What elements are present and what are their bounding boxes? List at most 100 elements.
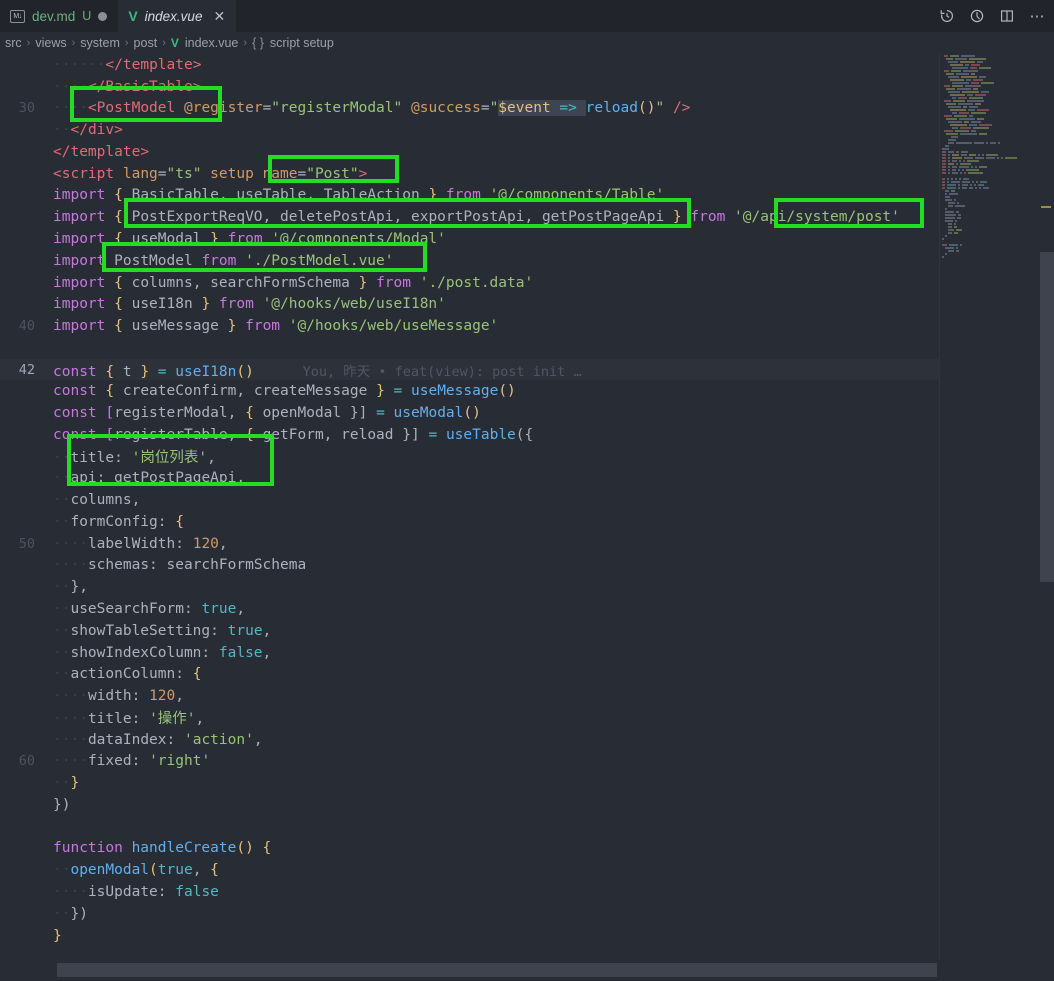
code-line-text: import { useI18n } from '@/hooks/web/use… [53,296,940,312]
code-line-text: import { PostExportReqVO, deletePostApi,… [53,209,940,225]
git-status-badge: U [82,9,91,23]
code-line[interactable]: ······</template> [0,54,940,76]
tab-dev-md[interactable]: M↓ dev.md U [0,0,118,32]
code-line-text: }) [53,797,940,813]
markdown-icon: M↓ [10,10,25,23]
breadcrumb-item-post[interactable]: post [131,36,161,50]
breadcrumb-item-src[interactable]: src [2,36,25,50]
code-line[interactable]: ··actionColumn: { [0,663,940,685]
code-line-text: const { t } = useI18n() You, 昨天 • feat(v… [53,360,940,380]
code-line[interactable]: </template> [0,141,940,163]
code-line[interactable]: import { columns, searchFormSchema } fro… [0,272,940,294]
code-line[interactable]: const { createConfirm, createMessage } =… [0,380,940,402]
code-line[interactable]: ··}, [0,576,940,598]
breadcrumb-separator: › [241,37,249,49]
vertical-scrollbar[interactable] [1040,54,1054,959]
code-line-text: ··}, [53,579,940,595]
code-line[interactable] [0,816,940,838]
code-line[interactable]: ····</BasicTable> [0,76,940,98]
code-line-text: } [53,928,940,944]
code-line[interactable]: const [registerTable, { getForm, reload … [0,424,940,446]
code-line[interactable]: ··useSearchForm: true, [0,598,940,620]
code-line[interactable]: } [0,925,940,947]
horizontal-scrollbar-thumb[interactable] [57,963,937,977]
code-line-text: import { BasicTable, useTable, TableActi… [53,187,940,203]
more-actions-icon[interactable]: ⋯ [1024,3,1050,29]
code-line[interactable]: 40import { useMessage } from '@/hooks/we… [0,315,940,337]
code-line[interactable] [0,337,940,359]
code-line[interactable]: ··columns, [0,489,940,511]
code-line-text: import { useModal } from '@/components/M… [53,231,940,247]
code-line-text: function handleCreate() { [53,840,940,856]
code-line[interactable]: const [registerModal, { openModal }] = u… [0,402,940,424]
editor-tab-bar: M↓ dev.md U V index.vue ✕ [0,0,1054,32]
breadcrumb-item-system[interactable]: system [77,36,123,50]
breadcrumb-item-views[interactable]: views [32,36,69,50]
code-editor[interactable]: ······</template> ····</BasicTable> 30····… [0,54,1054,981]
code-line[interactable]: 50····labelWidth: 120, [0,533,940,555]
close-icon[interactable]: ✕ [213,9,225,23]
code-line-text: ····</BasicTable> [53,79,940,95]
tab-label: dev.md [32,9,75,24]
code-line[interactable]: ····schemas: searchFormSchema [0,555,940,577]
code-line[interactable]: ··}) [0,903,940,925]
code-line[interactable]: import PostModel from './PostModel.vue' [0,250,940,272]
code-line[interactable]: ··showIndexColumn: false, [0,642,940,664]
code-line[interactable]: }) [0,794,940,816]
code-line[interactable]: <script lang="ts" setup name="Post"> [0,163,940,185]
tab-label: index.vue [145,9,203,24]
horizontal-scrollbar[interactable] [0,959,1054,981]
code-line[interactable]: ····title: '操作', [0,707,940,729]
unsaved-dot-icon[interactable] [98,12,107,21]
code-line[interactable]: ··showTableSetting: true, [0,620,940,642]
code-line[interactable]: import { BasicTable, useTable, TableActi… [0,185,940,207]
code-line[interactable]: import { useModal } from '@/components/M… [0,228,940,250]
braces-icon: { } [249,36,267,50]
code-line[interactable]: ··</div> [0,119,940,141]
code-line[interactable]: ··api: getPostPageApi, [0,468,940,490]
timeline-history-icon[interactable] [934,3,960,29]
code-line-text: ··api: getPostPageApi, [53,470,940,486]
minimap-line [940,255,1040,258]
scrollbar-marker [1041,206,1051,208]
code-lines[interactable]: ······</template> ····</BasicTable> 30····… [0,54,940,959]
vertical-scrollbar-thumb[interactable] [1040,252,1054,582]
code-line[interactable]: ··title: '岗位列表', [0,446,940,468]
code-line-text: ····labelWidth: 120, [53,536,940,552]
breadcrumb-item-index-vue[interactable]: index.vue [182,36,242,50]
code-line[interactable]: function handleCreate() { [0,838,940,860]
minimap[interactable] [940,54,1040,959]
code-line-text: ··openModal(true, { [53,862,940,878]
code-line[interactable]: ··formConfig: { [0,511,940,533]
code-line-text: ··actionColumn: { [53,666,940,682]
git-blame-annotation: You, 昨天 • feat(view): post init … [254,364,582,380]
code-line-text: ··} [53,775,940,791]
code-line-text: ····isUpdate: false [53,884,940,900]
run-icon[interactable] [964,3,990,29]
code-line-text: ··columns, [53,492,940,508]
breadcrumb-item-script-setup[interactable]: script setup [267,36,337,50]
code-line[interactable]: ····dataIndex: 'action', [0,729,940,751]
line-number: 40 [0,318,53,334]
code-line[interactable]: ····width: 120, [0,685,940,707]
code-line[interactable]: ··openModal(true, { [0,859,940,881]
code-line-text: ····schemas: searchFormSchema [53,557,940,573]
code-line[interactable]: 30····<PostModel @register="registerModa… [0,98,940,120]
code-line[interactable]: ····isUpdate: false [0,881,940,903]
code-line[interactable]: 60····fixed: 'right' [0,751,940,773]
breadcrumb-separator: › [25,37,33,49]
code-line-text: ····dataIndex: 'action', [53,732,940,748]
code-line[interactable]: import { useI18n } from '@/hooks/web/use… [0,293,940,315]
breadcrumb-separator: › [160,37,168,49]
tab-index-vue[interactable]: V index.vue ✕ [118,0,236,32]
code-line-text: </template> [53,144,940,160]
split-editor-icon[interactable] [994,3,1020,29]
code-line-text: ····<PostModel @register="registerModal"… [53,100,940,116]
code-line[interactable]: import { PostExportReqVO, deletePostApi,… [0,206,940,228]
code-line-text: <script lang="ts" setup name="Post"> [53,166,940,182]
editor-actions: ⋯ [934,0,1050,32]
code-line-text: ··title: '岗位列表', [53,446,940,467]
code-line[interactable]: ··} [0,772,940,794]
code-line[interactable]: 42const { t } = useI18n() You, 昨天 • feat… [0,359,940,381]
line-number: 60 [0,753,53,769]
